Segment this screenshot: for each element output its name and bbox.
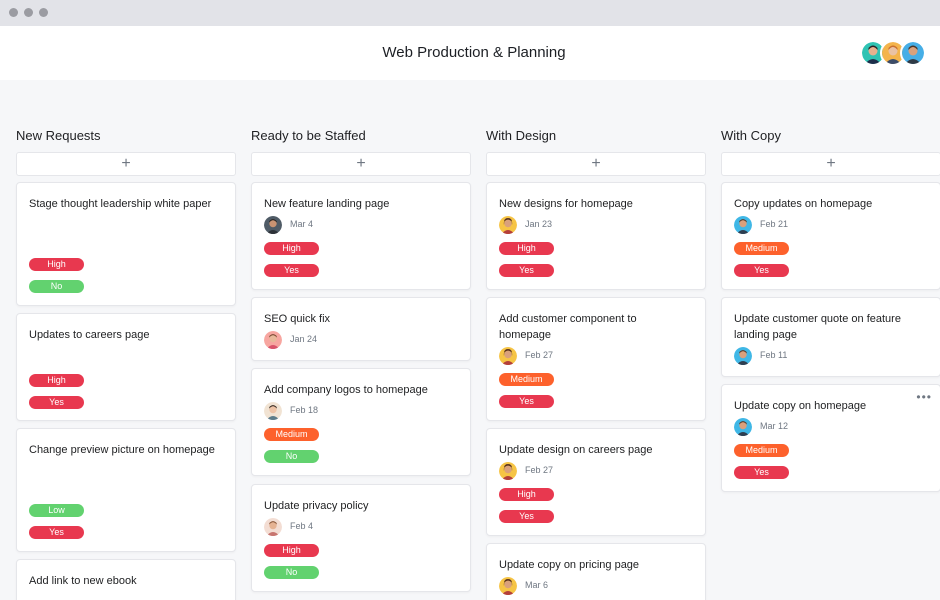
task-card[interactable]: SEO quick fix Jan 24	[251, 297, 471, 361]
priority-tag: Medium	[734, 444, 789, 457]
status-tag: Yes	[499, 264, 554, 277]
task-title: Update design on careers page	[499, 444, 653, 456]
due-date: Feb 27	[525, 465, 554, 475]
window-maximize-button[interactable]	[39, 8, 48, 17]
priority-tag: Medium	[734, 242, 789, 255]
due-date: Mar 6	[525, 580, 549, 590]
priority-tag: High	[499, 488, 554, 501]
status-tag: No	[264, 566, 319, 579]
task-card[interactable]: Add company logos to homepage Feb 18 Med…	[251, 368, 471, 476]
task-card[interactable]: Stage thought leadership white paper Hig…	[16, 182, 236, 306]
add-task-button[interactable]: +	[486, 152, 706, 176]
task-card[interactable]: Update design on careers page Feb 27 Hig…	[486, 428, 706, 536]
priority-tag: High	[264, 544, 319, 557]
board-column-with-design: With Design + New designs for homepage J…	[486, 128, 706, 600]
task-card[interactable]: Updates to careers page High Yes	[16, 313, 236, 421]
task-card[interactable]: Add customer component to homepage Feb 2…	[486, 297, 706, 421]
status-tag: Yes	[29, 526, 84, 539]
due-date: Mar 12	[760, 421, 789, 431]
status-tag: Yes	[499, 395, 554, 408]
task-title: Add company logos to homepage	[264, 384, 428, 396]
column-title: Ready to be Staffed	[251, 128, 366, 143]
assignee-avatar-icon[interactable]	[264, 402, 282, 420]
column-title: New Requests	[16, 128, 101, 143]
assignee-avatar-icon[interactable]	[734, 216, 752, 234]
task-title: Add customer component to homepage	[499, 313, 637, 341]
status-tag: Yes	[734, 264, 789, 277]
window-close-button[interactable]	[9, 8, 18, 17]
task-title: New designs for homepage	[499, 198, 633, 210]
status-tag: Yes	[264, 264, 319, 277]
due-date: Feb 21	[760, 219, 789, 229]
assignee-avatar-icon[interactable]	[734, 418, 752, 436]
task-card[interactable]: Add link to new ebook	[16, 559, 236, 600]
board-column-ready-to-be-staffed: Ready to be Staffed + New feature landin…	[251, 128, 471, 592]
due-date: Feb 4	[290, 521, 314, 531]
priority-tag: High	[29, 374, 84, 387]
status-tag: Yes	[29, 396, 84, 409]
assignee-avatar-icon[interactable]	[264, 331, 282, 349]
column-title: With Copy	[721, 128, 781, 143]
window-minimize-button[interactable]	[24, 8, 33, 17]
assignee-avatar-icon[interactable]	[499, 577, 517, 595]
due-date: Mar 4	[290, 219, 314, 229]
task-card[interactable]: New feature landing page Mar 4 High Yes	[251, 182, 471, 290]
due-date: Feb 11	[760, 350, 788, 360]
assignee-avatar-icon[interactable]	[499, 347, 517, 365]
assignee-avatar-icon[interactable]	[264, 518, 282, 536]
priority-tag: Low	[29, 504, 84, 517]
add-task-button[interactable]: +	[251, 152, 471, 176]
task-title: Add link to new ebook	[29, 575, 137, 587]
status-tag: Yes	[499, 510, 554, 523]
task-title: New feature landing page	[264, 198, 390, 210]
task-title: Update copy on pricing page	[499, 559, 640, 571]
task-card[interactable]: Update copy on pricing page Mar 6	[486, 543, 706, 600]
assignee-avatar-icon[interactable]	[264, 216, 282, 234]
assignee-avatar-icon[interactable]	[734, 347, 752, 365]
priority-tag: Medium	[264, 428, 319, 441]
task-title: Update customer quote on feature landing…	[734, 313, 901, 341]
priority-tag: High	[499, 242, 554, 255]
project-title: Web Production & Planning	[382, 44, 566, 61]
add-task-button[interactable]: +	[16, 152, 236, 176]
due-date: Jan 23	[525, 219, 553, 229]
due-date: Feb 18	[290, 405, 319, 415]
task-card[interactable]: ••• Update copy on homepage Mar 12 Mediu…	[721, 384, 940, 492]
task-card[interactable]: Change preview picture on homepage Low Y…	[16, 428, 236, 552]
task-title: Copy updates on homepage	[734, 198, 873, 210]
task-title: Stage thought leadership white paper	[29, 198, 212, 210]
priority-tag: High	[29, 258, 84, 271]
status-tag: No	[29, 280, 84, 293]
due-date: Feb 27	[525, 350, 554, 360]
priority-tag: Medium	[499, 373, 554, 386]
task-title: Change preview picture on homepage	[29, 444, 215, 456]
task-card[interactable]: Copy updates on homepage Feb 21 Medium Y…	[721, 182, 940, 290]
priority-tag: High	[264, 242, 319, 255]
assignee-avatar-icon[interactable]	[499, 462, 517, 480]
add-task-button[interactable]: +	[721, 152, 940, 176]
task-card[interactable]: New designs for homepage Jan 23 High Yes	[486, 182, 706, 290]
task-card[interactable]: Update customer quote on feature landing…	[721, 297, 940, 377]
task-title: SEO quick fix	[264, 313, 331, 325]
task-title: Updates to careers page	[29, 329, 150, 341]
member-avatar-icon[interactable]	[900, 40, 926, 66]
window-titlebar	[0, 0, 940, 26]
status-tag: No	[264, 450, 319, 463]
board-column-with-copy: With Copy + Copy updates on homepage Feb…	[721, 128, 940, 492]
project-header: Web Production & Planning	[0, 26, 940, 80]
board-column-new-requests: New Requests + Stage thought leadership …	[16, 128, 236, 600]
status-tag: Yes	[734, 466, 789, 479]
column-title: With Design	[486, 128, 557, 143]
assignee-avatar-icon[interactable]	[499, 216, 517, 234]
task-title: Update copy on homepage	[734, 400, 867, 412]
task-title: Update privacy policy	[264, 500, 369, 512]
task-card[interactable]: Update privacy policy Feb 4 High No	[251, 484, 471, 592]
due-date: Jan 24	[290, 334, 318, 344]
